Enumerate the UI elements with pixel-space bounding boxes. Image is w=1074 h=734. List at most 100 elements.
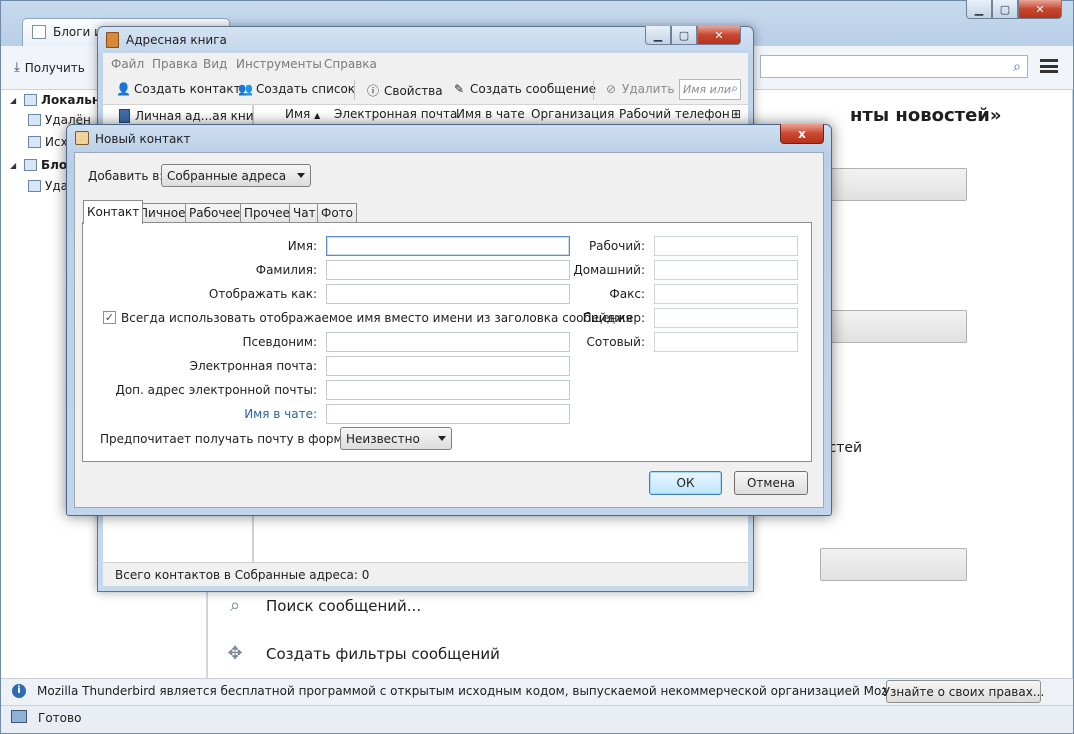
additional-email-input[interactable]: [326, 380, 570, 400]
tab-contact[interactable]: Контакт: [83, 200, 144, 224]
menu-edit[interactable]: Правка: [152, 57, 198, 71]
directory-label: Личная ад...ая книга: [135, 109, 268, 123]
nickname-label: Псевдоним:: [242, 335, 317, 349]
tab-other[interactable]: Прочее: [240, 203, 294, 223]
tab-label: Блоги и: [53, 25, 102, 39]
menu-file[interactable]: Файл: [111, 57, 144, 71]
always-use-display-label: Всегда использовать отображаемое имя вме…: [121, 311, 633, 325]
column-picker-icon[interactable]: ⊞: [731, 107, 741, 121]
column-email[interactable]: Электронная почта: [334, 107, 457, 121]
account-action-button[interactable]: [820, 168, 967, 201]
add-to-select[interactable]: Собранные адреса: [161, 164, 311, 187]
home-phone-label: Домашний:: [573, 263, 645, 277]
trash-icon: [28, 180, 41, 192]
message-filters-link[interactable]: ✥ Создать фильтры сообщений: [222, 643, 500, 664]
close-button[interactable]: ✕: [697, 26, 741, 45]
action-label: Создать фильтры сообщений: [266, 644, 500, 663]
fax-input[interactable]: [654, 284, 798, 304]
folder-blogs[interactable]: ◢ Блог: [10, 155, 73, 175]
always-use-display-checkbox[interactable]: ✓: [103, 311, 116, 324]
folder-local[interactable]: ◢ Локальны: [10, 90, 111, 110]
get-mail-button[interactable]: ⤓ Получить: [14, 60, 85, 75]
pencil-icon: ✎: [453, 82, 465, 96]
new-list-button[interactable]: 👥 Создать список: [238, 82, 355, 96]
search-placeholder: Имя или: [683, 83, 731, 96]
person-icon: 👤: [116, 82, 131, 96]
home-phone-input[interactable]: [654, 260, 798, 280]
first-name-input[interactable]: [326, 236, 570, 256]
display-name-label: Отображать как:: [208, 287, 317, 301]
status-text: Готово: [38, 711, 82, 725]
menu-tools[interactable]: Инструменты: [236, 57, 322, 71]
column-chat[interactable]: Имя в чате: [456, 107, 525, 121]
minimize-button[interactable]: ▁: [645, 26, 671, 45]
main-search-input[interactable]: ⌕: [760, 55, 1028, 78]
nickname-input[interactable]: [326, 332, 570, 352]
mail-format-select[interactable]: Неизвестно: [340, 427, 452, 450]
ab-search-input[interactable]: Имя или ⌕: [679, 79, 741, 100]
book-icon: [119, 109, 130, 123]
column-name[interactable]: Имя ▲: [285, 107, 320, 121]
main-caption-buttons: ▁ ▢ ✕: [966, 0, 1062, 20]
cancel-button[interactable]: Отмена: [734, 471, 808, 495]
tool-label: Создать контакт: [134, 82, 241, 96]
search-icon: ⌕: [731, 81, 738, 95]
close-button[interactable]: ✕: [1018, 0, 1062, 19]
dialog-close-button[interactable]: x: [780, 124, 824, 144]
folder-outbox[interactable]: Исх: [28, 132, 68, 152]
collapse-icon[interactable]: ◢: [10, 161, 20, 170]
chat-name-label[interactable]: Имя в чате:: [244, 407, 317, 421]
folder-blogs-trash[interactable]: Уда: [28, 176, 68, 196]
pager-input[interactable]: [654, 308, 798, 328]
folder-label: Уда: [45, 179, 68, 193]
account-action-button[interactable]: [820, 310, 967, 343]
add-to-label: Добавить в:: [88, 169, 164, 183]
maximize-button[interactable]: ▢: [992, 0, 1018, 19]
directory-personal[interactable]: Личная ад...ая книга: [119, 109, 267, 123]
properties-button[interactable]: ⓘ Свойства: [366, 82, 443, 99]
close-icon: x: [798, 126, 806, 141]
last-name-label: Фамилия:: [255, 263, 317, 277]
tab-photo[interactable]: Фото: [317, 203, 358, 223]
filter-icon: ✥: [227, 643, 243, 664]
delete-button[interactable]: ⊘ Удалить: [604, 82, 675, 96]
menu-view[interactable]: Вид: [203, 57, 227, 71]
address-book-icon: [106, 32, 119, 48]
additional-email-label: Доп. адрес электронной почты:: [115, 383, 317, 397]
column-label: Имя: [285, 107, 311, 121]
column-work-phone[interactable]: Рабочий телефон: [619, 107, 730, 121]
contact-card-icon: [75, 131, 89, 145]
mobile-input[interactable]: [654, 332, 798, 352]
minimize-button[interactable]: ▁: [966, 0, 992, 19]
tab-chat[interactable]: Чат: [289, 203, 320, 223]
tab-work[interactable]: Рабочее: [185, 203, 245, 223]
trash-icon: [28, 114, 41, 126]
search-icon: ⌕: [1013, 59, 1021, 75]
new-contact-button[interactable]: 👤 Создать контакт: [116, 82, 241, 96]
tool-label: Создать список: [256, 82, 356, 96]
know-your-rights-button[interactable]: Узнайте о своих правах...: [883, 680, 1044, 703]
ab-menubar: [103, 53, 748, 75]
email-input[interactable]: [326, 356, 570, 376]
account-action-button[interactable]: [820, 548, 967, 581]
last-name-input[interactable]: [326, 260, 570, 280]
email-label: Электронная почта:: [189, 359, 317, 373]
write-button[interactable]: ✎ Создать сообщение: [452, 82, 596, 96]
search-messages-link[interactable]: ⌕ Поиск сообщений...: [222, 595, 421, 616]
ab-status-text: Всего контактов в Собранные адреса: 0: [115, 568, 370, 582]
tool-label: Удалить: [622, 82, 675, 96]
collapse-icon[interactable]: ◢: [10, 96, 20, 105]
menu-icon[interactable]: [1040, 59, 1058, 73]
work-phone-input[interactable]: [654, 236, 798, 256]
dialog-title: Новый контакт: [95, 132, 191, 146]
menu-help[interactable]: Справка: [324, 57, 377, 71]
maximize-button[interactable]: ▢: [671, 26, 697, 45]
toolbar-separator: [354, 80, 355, 100]
mail-format-label: Предпочитает получать почту в формате:: [100, 432, 369, 446]
info-icon: i: [12, 684, 26, 698]
ok-button[interactable]: ОК: [649, 471, 722, 495]
display-name-input[interactable]: [326, 284, 570, 304]
chat-name-input[interactable]: [326, 404, 570, 424]
column-organization[interactable]: Организация: [531, 107, 614, 121]
address-book-title: Адресная книга: [126, 33, 227, 47]
